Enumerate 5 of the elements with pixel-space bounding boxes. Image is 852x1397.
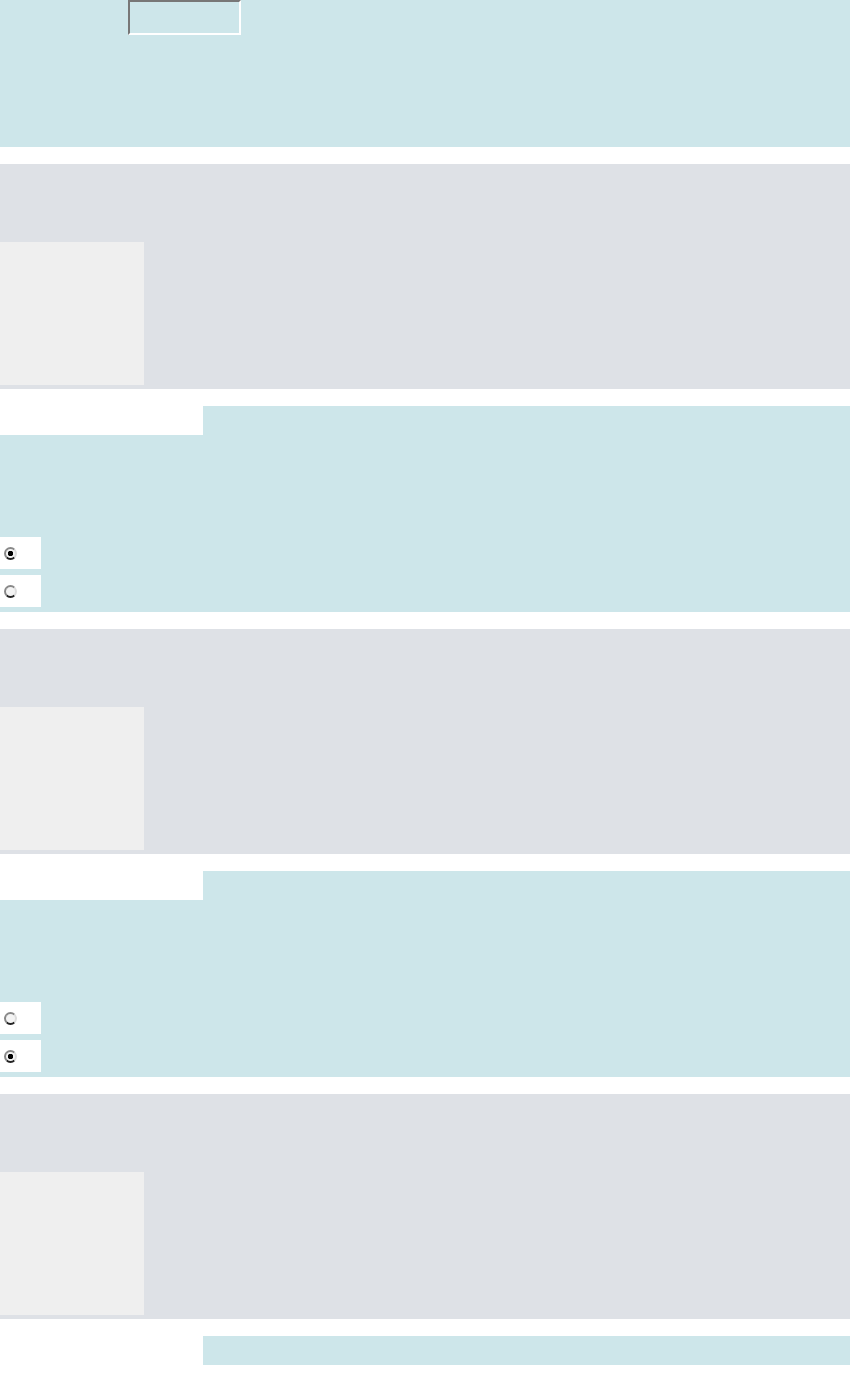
radio-button[interactable] xyxy=(0,537,41,569)
text-field[interactable] xyxy=(128,0,241,35)
radio-button[interactable] xyxy=(0,575,41,607)
radio-button[interactable] xyxy=(0,1002,41,1034)
radio-button[interactable] xyxy=(0,1040,41,1072)
